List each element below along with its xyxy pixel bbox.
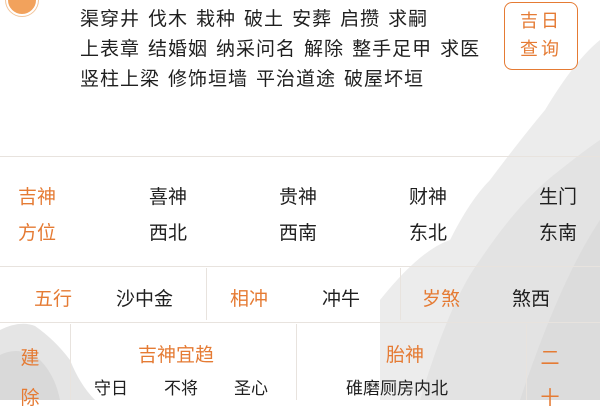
yi-item: 伐木: [148, 8, 189, 30]
yi-activities: 渠穿井 伐木 栽种 破土 安葬 启攒 求嗣上表章 结婚姻 纳采问名 解除 整手足甲 求医竖柱上梁 修饰垣…: [80, 4, 500, 94]
label-jishen: 吉神: [18, 186, 57, 208]
yi-item: 修饰垣墙: [168, 68, 249, 90]
right-label-char-1: 二: [540, 347, 560, 369]
suisha-label: 岁煞: [422, 288, 461, 310]
left-label-char-2: 除: [20, 387, 40, 409]
right-vertical-label: 二 十: [538, 338, 562, 418]
divider: [0, 156, 600, 157]
left-label-char-1: 建: [20, 347, 40, 369]
yi-item: 求嗣: [388, 8, 429, 30]
direction-name-caishen: 财神: [408, 186, 447, 208]
yi-item: 栽种: [196, 8, 237, 30]
divider: [0, 322, 600, 323]
auspicious-day-query-button[interactable]: 吉日 查询: [504, 2, 578, 70]
yi-item: 纳采问名: [216, 38, 297, 60]
jishen-item: 不将: [164, 379, 198, 399]
direction-name-xishen: 喜神: [148, 186, 187, 208]
yi-item: 安葬: [292, 8, 333, 30]
yi-item: 整手足甲: [352, 38, 433, 60]
yi-item: 上表章: [80, 38, 141, 60]
query-button-line2: 查询: [520, 39, 562, 60]
left-vertical-label: 建 除: [18, 338, 42, 418]
divider: [70, 324, 71, 400]
jishen-yiqu-label: 吉神宜趋: [138, 344, 215, 366]
direction-value-guishen: 西南: [278, 222, 317, 244]
yi-item: 竖柱上梁: [80, 68, 161, 90]
divider: [526, 324, 527, 400]
direction-name-guishen: 贵神: [278, 186, 317, 208]
divider: [296, 324, 297, 400]
jishen-item: 圣心: [234, 379, 268, 399]
wuxing-label: 五行: [34, 288, 73, 310]
yi-item: 启攒: [340, 8, 381, 30]
query-button-line1: 吉日: [520, 11, 562, 32]
right-label-char-2: 十: [540, 387, 560, 409]
divider: [206, 268, 207, 320]
divider: [0, 266, 600, 267]
yi-item: 破土: [244, 8, 285, 30]
taishen-label: 胎神: [386, 344, 425, 366]
direction-value-shengmen: 东南: [538, 222, 577, 244]
suisha-value: 煞西: [512, 288, 551, 310]
yi-item: 渠穿井: [80, 8, 141, 30]
direction-name-shengmen: 生门: [538, 186, 577, 208]
direction-value-xishen: 西北: [148, 222, 187, 244]
divider: [400, 268, 401, 320]
yi-item: 解除: [304, 38, 345, 60]
xiangchong-label: 相冲: [230, 288, 269, 310]
yi-item: 求医: [440, 38, 481, 60]
yi-item: 结婚姻: [148, 38, 209, 60]
taishen-value: 碓磨厕房内北: [346, 379, 448, 399]
wuxing-value: 沙中金: [116, 288, 174, 310]
jishen-item: 守日: [94, 379, 128, 399]
yi-item: 平治道途: [256, 68, 337, 90]
yi-item: 破屋坏垣: [344, 68, 425, 90]
direction-value-caishen: 东北: [408, 222, 447, 244]
label-fangwei: 方位: [18, 222, 57, 244]
xiangchong-value: 冲牛: [322, 288, 361, 310]
